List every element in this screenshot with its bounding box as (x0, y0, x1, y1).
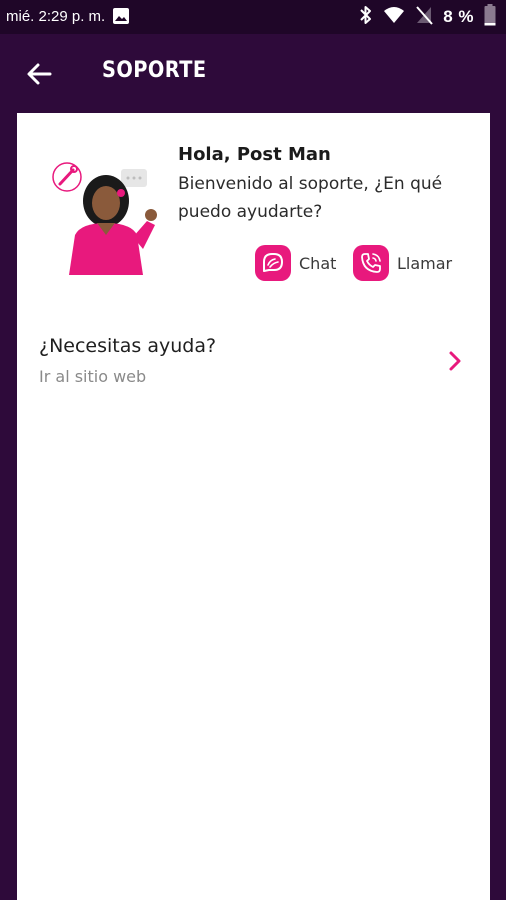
status-icons: 8 % (359, 3, 496, 31)
chevron-right-icon (446, 349, 464, 373)
chat-label: Chat (299, 253, 337, 273)
battery-icon (484, 3, 496, 31)
welcome-text: Bienvenido al soporte, ¿En qué puedo ayu… (178, 174, 443, 222)
help-website-row[interactable]: ¿Necesitas ayuda? Ir al sitio web (17, 329, 490, 399)
support-agent-illustration (51, 157, 161, 275)
help-title: ¿Necesitas ayuda? (39, 335, 217, 357)
page-title: SOPORTE (102, 58, 207, 83)
status-time: mié. 2:29 p. m. (6, 8, 106, 25)
wifi-icon (383, 6, 405, 29)
greeting-text: Hola, Post Man (178, 144, 331, 165)
help-subtitle: Ir al sitio web (39, 367, 147, 386)
status-bar: mié. 2:29 p. m. 8 % (0, 0, 506, 34)
battery-percentage: 8 % (443, 7, 474, 26)
back-button[interactable] (22, 56, 58, 92)
call-label: Llamar (397, 253, 453, 273)
bluetooth-icon (359, 5, 373, 30)
no-signal-icon (415, 5, 433, 30)
gallery-icon (112, 7, 130, 25)
phone-icon (353, 245, 389, 281)
call-button[interactable]: Llamar (353, 245, 452, 281)
support-card: Hola, Post Man Bienvenido al soporte, ¿E… (17, 113, 490, 900)
arrow-left-icon (27, 63, 52, 85)
chat-button[interactable]: Chat (255, 245, 336, 281)
chat-bubble-icon (255, 245, 291, 281)
app-bar: SOPORTE (0, 34, 506, 112)
